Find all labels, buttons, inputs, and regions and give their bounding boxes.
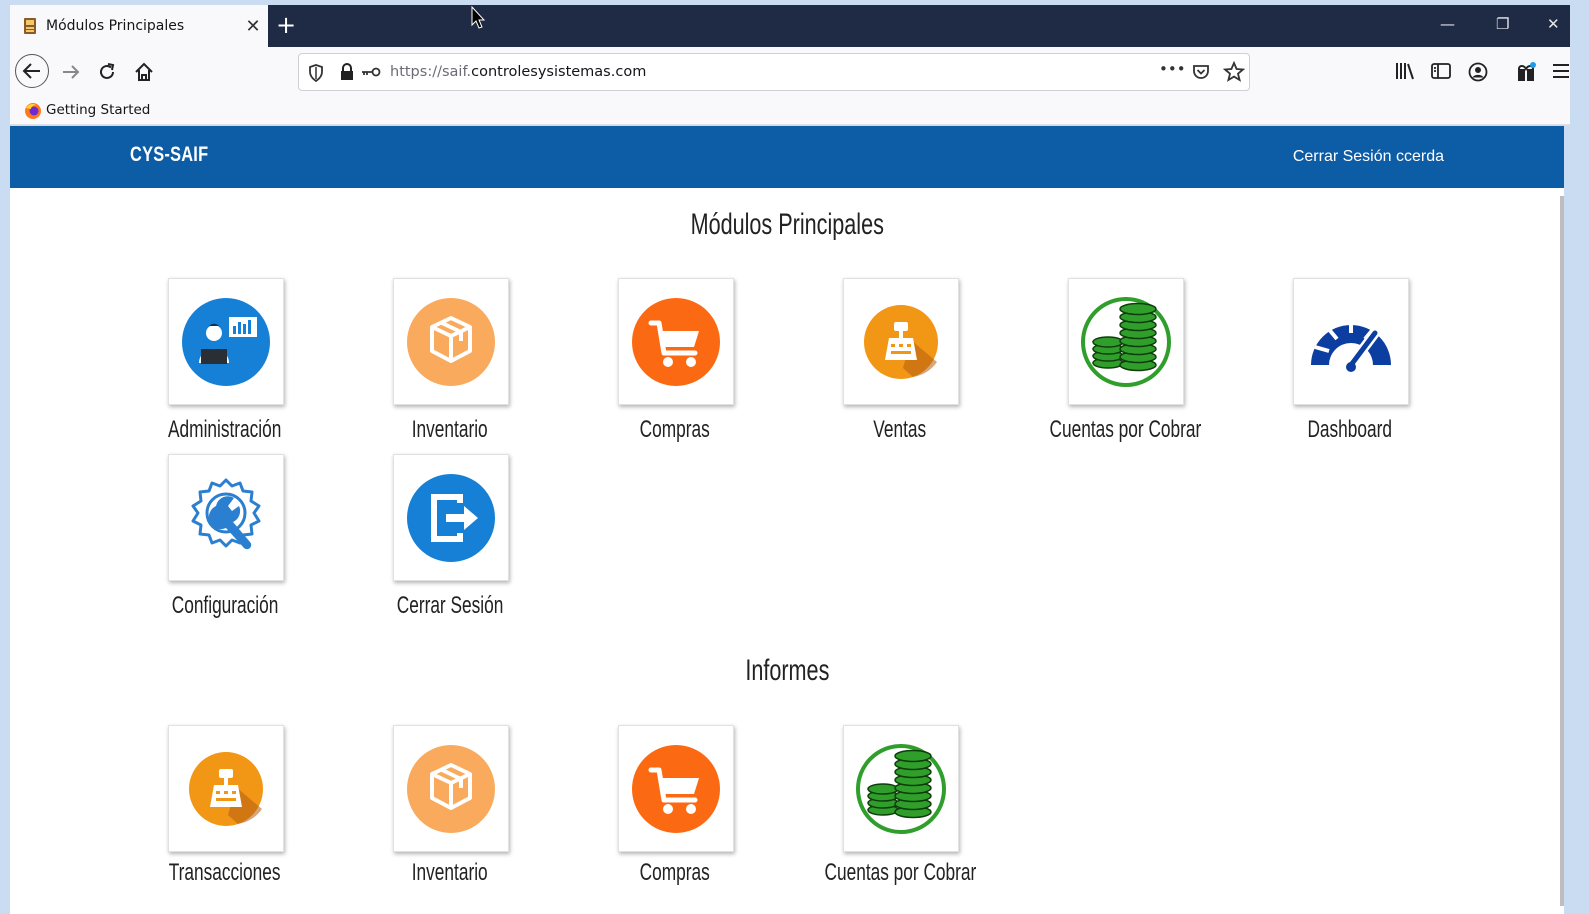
administration-icon [182,297,270,386]
shield-icon[interactable] [307,63,325,83]
gear-wrench-icon [191,478,261,549]
pocket-icon[interactable] [1191,62,1211,82]
sidebar-icon[interactable] [1430,61,1452,81]
module-card[interactable] [1293,278,1409,405]
lock-icon[interactable] [339,63,355,81]
module-card[interactable] [393,725,509,852]
window-restore-button[interactable]: ❐ [1496,15,1509,33]
coins-stack-icon [856,743,946,834]
page-actions-button[interactable]: ••• [1159,60,1186,78]
site-favicon-icon [24,18,36,34]
speedometer-icon [1311,316,1391,372]
brand-logo[interactable]: CYS-SAIF [130,143,208,167]
module-label[interactable]: Inventario [340,859,560,887]
url-domain: controlesysistemas.com [471,64,647,80]
module-label[interactable]: Compras [565,416,785,444]
web-page: CYS-SAIF Cerrar Sesión ccerda Módulos Pr… [10,126,1564,914]
window-minimize-button[interactable]: — [1440,15,1455,33]
url-scheme: https://saif. [390,64,472,80]
module-label[interactable]: Cerrar Sesión [340,592,560,620]
firefox-icon [25,103,41,119]
bookmark-star-icon[interactable] [1223,61,1245,83]
tab-close-button[interactable]: ✕ [238,16,268,37]
shopping-cart-icon [632,297,720,386]
cash-register-icon [864,304,938,379]
logout-link[interactable]: Cerrar Sesión ccerda [1293,148,1444,166]
new-tab-button[interactable]: + [276,13,296,37]
main-modules-title: Módulos Principales [690,208,884,241]
bookmark-getting-started[interactable]: Getting Started [46,102,150,118]
module-label[interactable]: Transacciones [115,859,335,887]
module-card[interactable] [393,278,509,405]
module-card[interactable] [168,725,284,852]
navigation-toolbar: https://saif.controlesysistemas.com ••• [10,47,1570,97]
module-label[interactable]: Ventas [790,416,1010,444]
cash-register-icon [189,751,263,826]
inventory-box-icon [407,297,495,386]
tab-title: Módulos Principales [46,18,185,34]
tab-bar: Módulos Principales ✕ + — ❐ ✕ [10,5,1570,47]
module-label[interactable]: Administración [115,416,335,444]
bookmarks-toolbar: Getting Started [10,97,1570,125]
module-card[interactable] [168,278,284,405]
key-icon[interactable] [361,67,381,77]
module-card[interactable] [393,454,509,581]
inventory-box-icon [407,744,495,833]
shopping-cart-icon [632,744,720,833]
browser-tab[interactable]: Módulos Principales ✕ [10,5,268,47]
module-label[interactable]: Inventario [340,416,560,444]
address-bar[interactable]: https://saif.controlesysistemas.com ••• [298,53,1250,91]
module-label[interactable]: Dashboard [1240,416,1460,444]
module-card[interactable] [618,725,734,852]
account-icon[interactable] [1467,61,1489,83]
module-label[interactable]: Cuentas por Cobrar [1015,416,1235,444]
hamburger-menu-icon[interactable] [1553,61,1569,81]
module-label[interactable]: Compras [565,859,785,887]
back-button[interactable] [15,54,49,88]
module-label[interactable]: Cuentas por Cobrar [790,859,1010,887]
module-card[interactable] [168,454,284,581]
mouse-cursor-icon [471,6,486,29]
url-text[interactable]: https://saif.controlesysistemas.com [390,64,646,80]
arrow-left-icon [22,63,40,79]
library-icon[interactable] [1394,61,1416,81]
window-close-button[interactable]: ✕ [1547,15,1560,33]
module-card[interactable] [618,278,734,405]
home-button[interactable] [133,61,155,83]
page-scrollbar[interactable] [1560,196,1564,906]
module-card[interactable] [843,725,959,852]
module-card[interactable] [1068,278,1184,405]
forward-button[interactable] [60,61,82,83]
app-header: CYS-SAIF Cerrar Sesión ccerda [10,126,1564,188]
extensions-icon[interactable] [1515,61,1537,83]
reload-button[interactable] [96,61,118,83]
logout-icon [407,473,495,562]
module-label[interactable]: Configuración [115,592,335,620]
coins-stack-icon [1081,296,1171,387]
reports-title: Informes [744,654,830,687]
module-card[interactable] [843,278,959,405]
